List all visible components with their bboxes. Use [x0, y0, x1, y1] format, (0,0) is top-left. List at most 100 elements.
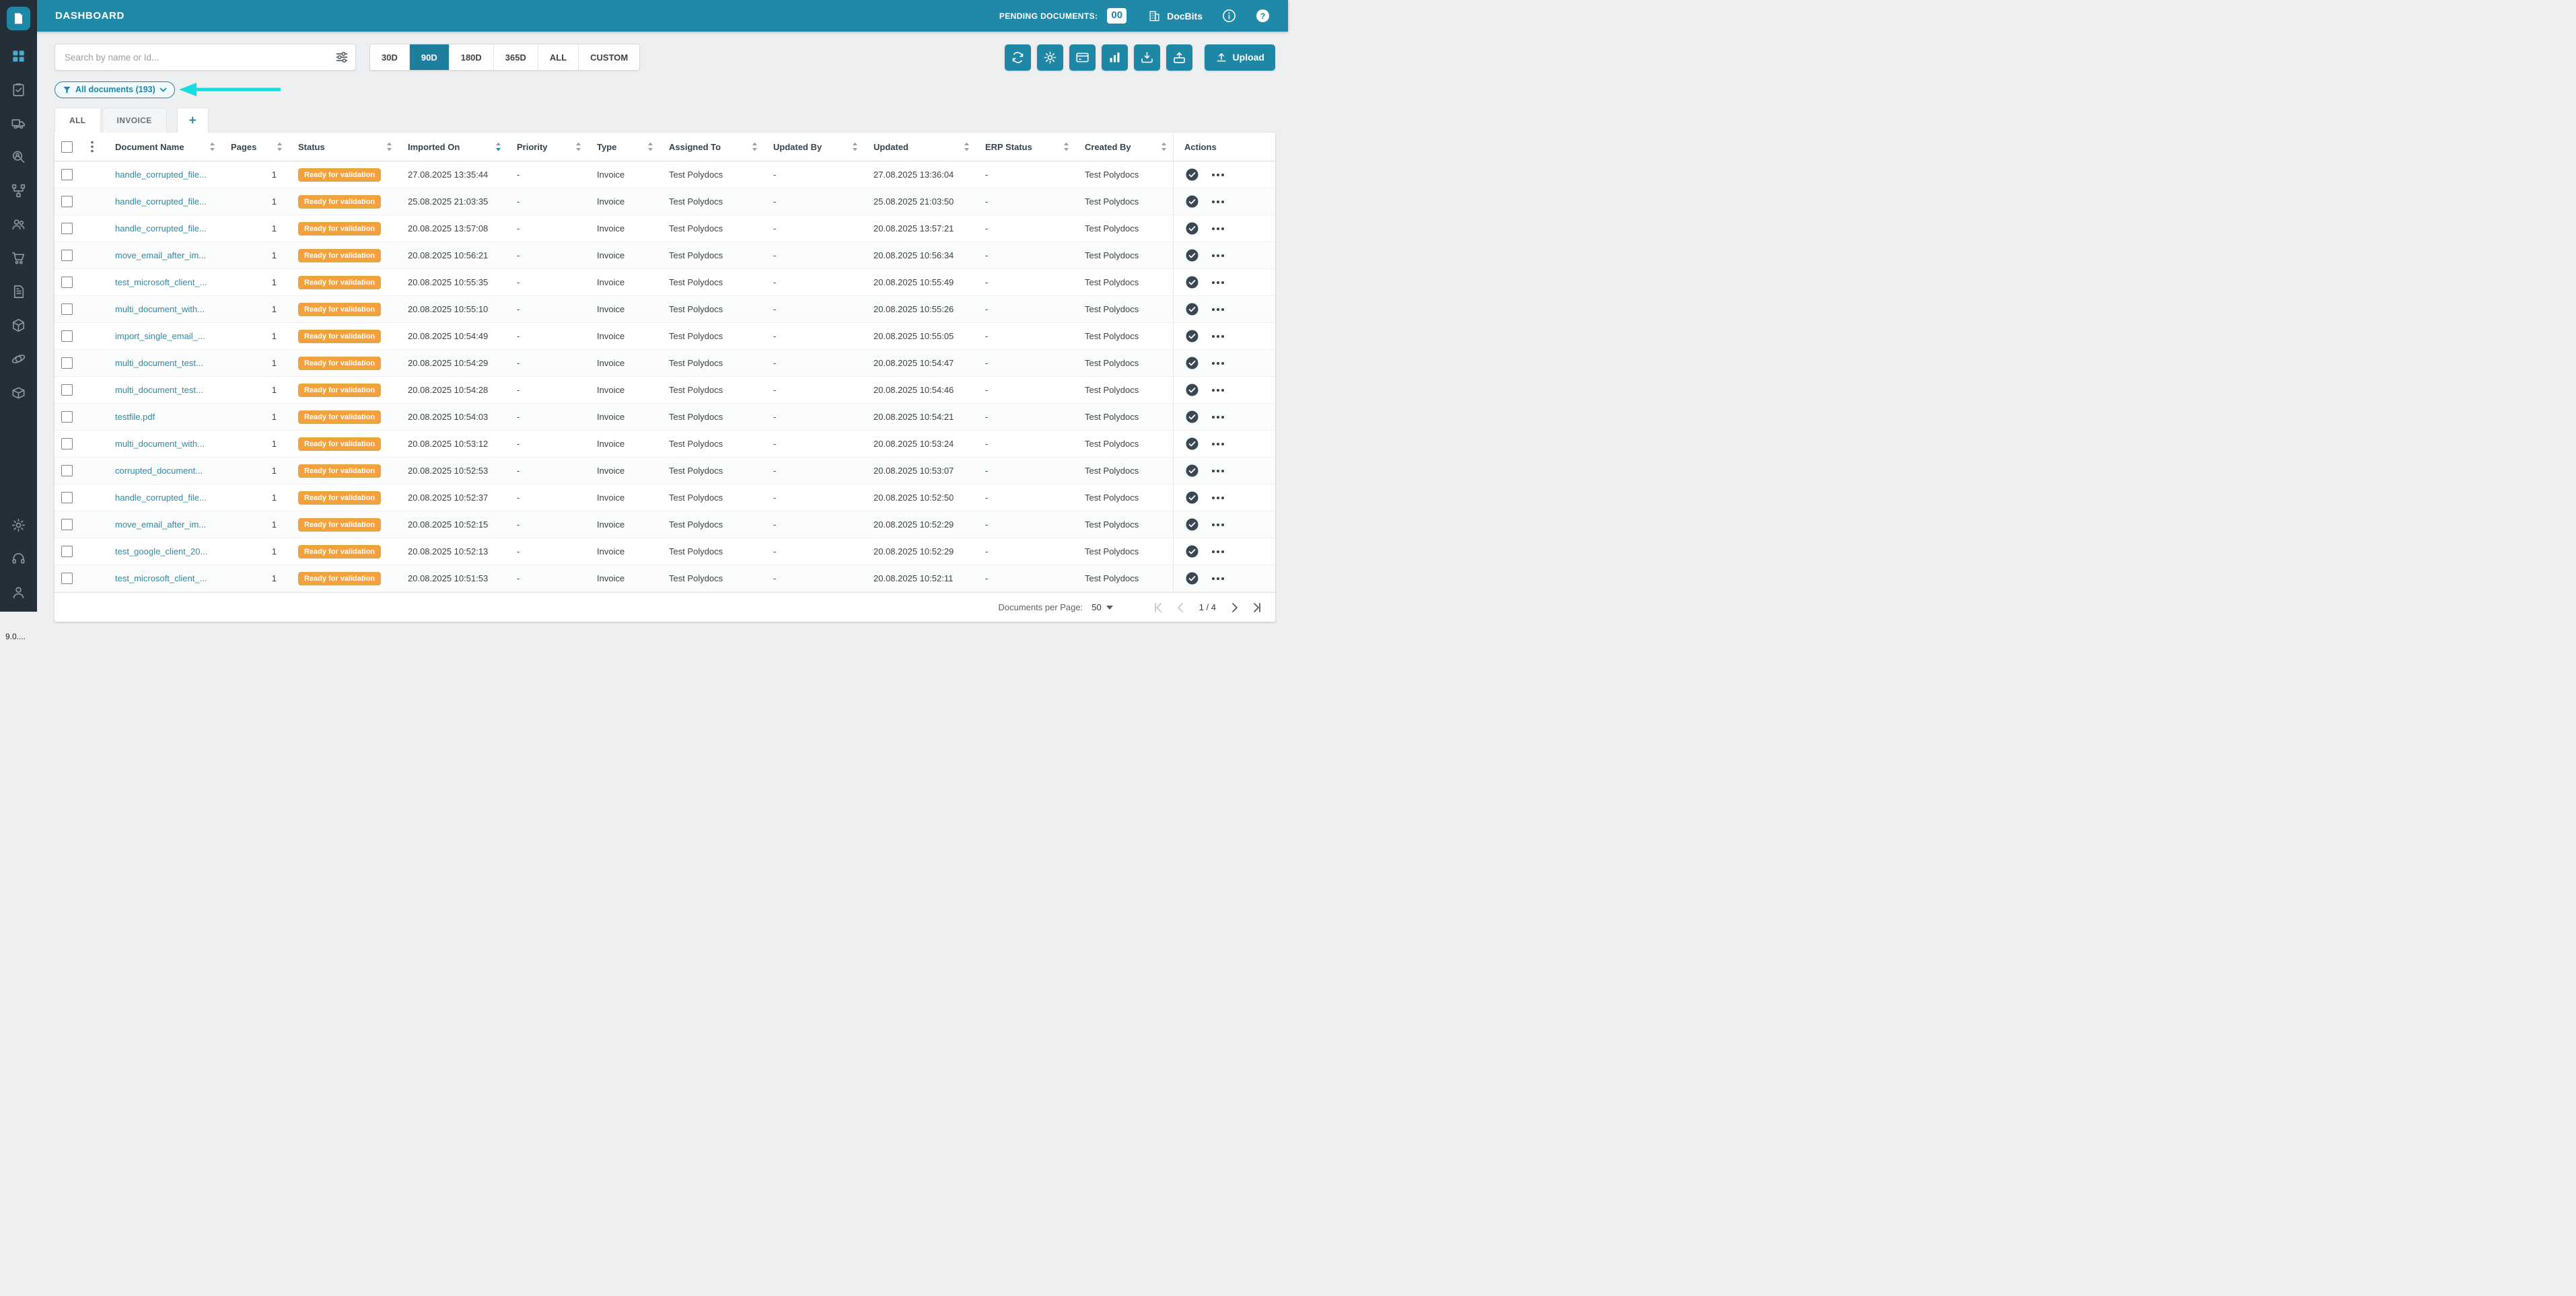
validate-icon[interactable] — [1184, 544, 1200, 559]
per-page-select[interactable]: 50 — [1092, 602, 1113, 612]
last-page-button[interactable] — [1250, 600, 1264, 615]
sort-icon[interactable] — [1161, 141, 1167, 152]
table-row[interactable]: move_email_after_im... 1 Ready for valid… — [55, 511, 1275, 538]
validate-icon[interactable] — [1184, 436, 1200, 452]
row-checkbox[interactable] — [61, 196, 73, 207]
document-name-link[interactable]: multi_document_with... — [106, 304, 221, 314]
import-mail-button[interactable] — [1133, 44, 1160, 71]
row-checkbox[interactable] — [61, 519, 73, 530]
table-row[interactable]: move_email_after_im... 1 Ready for valid… — [55, 242, 1275, 269]
col-header-priority[interactable]: Priority — [507, 141, 587, 152]
validate-icon[interactable] — [1184, 167, 1200, 182]
payment-button[interactable] — [1069, 44, 1096, 71]
document-name-link[interactable]: multi_document_test... — [106, 358, 221, 368]
sidebar-item-support[interactable] — [10, 550, 28, 567]
row-checkbox[interactable] — [61, 277, 73, 288]
document-name-link[interactable]: test_microsoft_client_... — [106, 277, 221, 287]
validate-icon[interactable] — [1184, 248, 1200, 263]
row-checkbox[interactable] — [61, 465, 73, 476]
sidebar-item-invoices[interactable] — [10, 283, 28, 300]
row-checkbox[interactable] — [61, 546, 73, 557]
sidebar-item-settings[interactable] — [10, 516, 28, 534]
sidebar-item-team[interactable] — [10, 215, 28, 233]
validate-icon[interactable] — [1184, 409, 1200, 425]
row-checkbox[interactable] — [61, 250, 73, 261]
prev-page-button[interactable] — [1174, 600, 1188, 615]
add-tab-button[interactable]: + — [176, 108, 209, 133]
row-checkbox[interactable] — [61, 492, 73, 503]
table-row[interactable]: handle_corrupted_file... 1 Ready for val… — [55, 188, 1275, 215]
row-checkbox[interactable] — [61, 573, 73, 584]
refresh-button[interactable] — [1004, 44, 1031, 71]
sort-icon[interactable] — [752, 141, 758, 152]
time-filter-365d[interactable]: 365D — [493, 44, 538, 70]
sort-icon[interactable] — [209, 141, 215, 152]
table-row[interactable]: test_microsoft_client_... 1 Ready for va… — [55, 565, 1275, 592]
row-checkbox[interactable] — [61, 411, 73, 423]
row-more-icon[interactable] — [1210, 548, 1226, 555]
sort-icon[interactable] — [647, 141, 653, 152]
validate-icon[interactable] — [1184, 463, 1200, 478]
col-header-updated[interactable]: Updated — [864, 141, 976, 152]
document-name-link[interactable]: import_single_email_... — [106, 331, 221, 341]
sidebar-item-user-search[interactable] — [10, 148, 28, 166]
row-more-icon[interactable] — [1210, 521, 1226, 528]
sort-icon[interactable] — [964, 141, 970, 152]
row-more-icon[interactable] — [1210, 172, 1226, 178]
table-row[interactable]: multi_document_with... 1 Ready for valid… — [55, 296, 1275, 323]
time-filter-30d[interactable]: 30D — [370, 44, 410, 70]
row-checkbox[interactable] — [61, 384, 73, 396]
row-more-icon[interactable] — [1210, 225, 1226, 232]
first-page-button[interactable] — [1151, 600, 1166, 615]
table-row[interactable]: test_microsoft_client_... 1 Ready for va… — [55, 269, 1275, 296]
document-name-link[interactable]: handle_corrupted_file... — [106, 223, 221, 233]
upload-button[interactable]: Upload — [1204, 44, 1275, 71]
sidebar-item-tasks[interactable] — [10, 81, 28, 98]
time-filter-180d[interactable]: 180D — [449, 44, 494, 70]
sort-icon[interactable] — [1063, 141, 1069, 152]
next-page-button[interactable] — [1227, 600, 1242, 615]
table-row[interactable]: handle_corrupted_file... 1 Ready for val… — [55, 161, 1275, 188]
row-more-icon[interactable] — [1210, 495, 1226, 501]
row-more-icon[interactable] — [1210, 333, 1226, 340]
time-filter-custom[interactable]: CUSTOM — [579, 44, 640, 70]
table-row[interactable]: multi_document_test... 1 Ready for valid… — [55, 377, 1275, 404]
table-row[interactable]: handle_corrupted_file... 1 Ready for val… — [55, 484, 1275, 511]
validate-icon[interactable] — [1184, 571, 1200, 586]
row-checkbox[interactable] — [61, 330, 73, 342]
table-row[interactable]: test_google_client_20... 1 Ready for val… — [55, 538, 1275, 565]
validate-icon[interactable] — [1184, 328, 1200, 344]
sort-icon[interactable] — [386, 141, 392, 152]
row-checkbox[interactable] — [61, 438, 73, 449]
tab-invoice[interactable]: INVOICE — [102, 108, 167, 133]
sort-icon[interactable] — [277, 141, 283, 152]
document-name-link[interactable]: test_microsoft_client_... — [106, 573, 221, 583]
row-checkbox[interactable] — [61, 357, 73, 369]
document-name-link[interactable]: move_email_after_im... — [106, 250, 221, 260]
sidebar-item-workflow[interactable] — [10, 182, 28, 199]
document-name-link[interactable]: multi_document_test... — [106, 385, 221, 395]
table-row[interactable]: corrupted_document... 1 Ready for valida… — [55, 458, 1275, 484]
sidebar-item-products[interactable] — [10, 384, 28, 401]
document-name-link[interactable]: testfile.pdf — [106, 412, 221, 422]
table-row[interactable]: import_single_email_... 1 Ready for vali… — [55, 323, 1275, 350]
validate-icon[interactable] — [1184, 490, 1200, 505]
validate-icon[interactable] — [1184, 355, 1200, 371]
row-more-icon[interactable] — [1210, 575, 1226, 582]
row-more-icon[interactable] — [1210, 468, 1226, 474]
document-name-link[interactable]: handle_corrupted_file... — [106, 196, 221, 207]
sidebar-item-purchases[interactable] — [10, 249, 28, 266]
time-filter-all[interactable]: ALL — [538, 44, 579, 70]
row-more-icon[interactable] — [1210, 306, 1226, 313]
row-checkbox[interactable] — [61, 223, 73, 234]
col-header-type[interactable]: Type — [587, 141, 659, 152]
table-row[interactable]: multi_document_test... 1 Ready for valid… — [55, 350, 1275, 377]
document-name-link[interactable]: corrupted_document... — [106, 466, 221, 476]
validate-icon[interactable] — [1184, 275, 1200, 290]
document-name-link[interactable]: test_google_client_20... — [106, 546, 221, 556]
row-more-icon[interactable] — [1210, 279, 1226, 286]
validate-icon[interactable] — [1184, 517, 1200, 532]
col-header-updated-by[interactable]: Updated By — [764, 141, 864, 152]
sidebar-item-dashboard[interactable] — [10, 47, 28, 65]
row-more-icon[interactable] — [1210, 360, 1226, 367]
